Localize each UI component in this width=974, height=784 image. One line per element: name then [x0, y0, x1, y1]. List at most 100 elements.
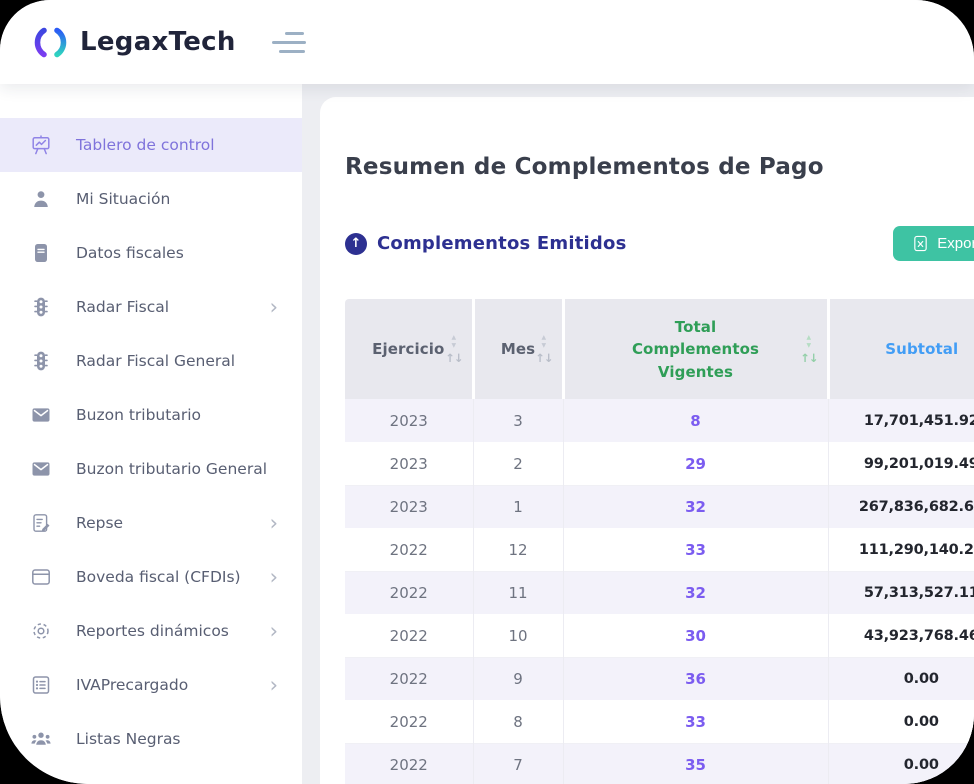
sidebar-item-reportes-dinamicos[interactable]: Reportes dinámicos› — [0, 604, 302, 658]
main-area: Resumen de Complementos de Pago ↑ Comple… — [302, 84, 974, 784]
total-vigentes-link[interactable]: 35 — [685, 756, 706, 774]
complementos-table: Ejercicio▲▼↑↓Mes▲▼↑↓Total Complementos V… — [345, 299, 974, 784]
section-header-row: ↑ Complementos Emitidos Exportar — [345, 226, 974, 261]
table-header-row: Ejercicio▲▼↑↓Mes▲▼↑↓Total Complementos V… — [345, 299, 974, 399]
cell-ejercicio: 2022 — [345, 528, 473, 571]
table-row: 20228 33 0.00 — [345, 700, 974, 743]
total-vigentes-link[interactable]: 29 — [685, 455, 706, 473]
table-body: 20233 8 17,701,451.92 20232 29 99,201,019.49 2… — [345, 399, 974, 784]
sidebar-item-radar-fiscal-general[interactable]: Radar Fiscal General — [0, 334, 302, 388]
traffic-light-icon — [30, 296, 52, 318]
table-row: 20227350.00 — [345, 743, 974, 784]
column-header-mes[interactable]: Mes▲▼↑↓ — [473, 299, 563, 399]
sidebar-item-boveda-fiscal-cfdis[interactable]: Boveda fiscal (CFDIs) › — [0, 550, 302, 604]
column-header-ejercicio[interactable]: Ejercicio▲▼↑↓ — [345, 299, 473, 399]
total-vigentes-link[interactable]: 8 — [690, 412, 700, 430]
sidebar-item-label: Boveda fiscal (CFDIs) — [76, 568, 241, 586]
sidebar-item-listas-negras[interactable]: Listas Negras — [0, 712, 302, 766]
sidebar-item-repse[interactable]: Repse› — [0, 496, 302, 550]
complementos-table-wrap: Ejercicio▲▼↑↓Mes▲▼↑↓Total Complementos V… — [345, 299, 974, 784]
arrow-up-circle-icon[interactable]: ↑ — [345, 233, 367, 255]
dashboard-icon — [30, 134, 52, 156]
sort-arrows-icon[interactable]: ▲▼↑↓ — [535, 334, 552, 364]
logo[interactable]: LegaxTech — [32, 24, 236, 61]
mail-icon — [30, 404, 52, 426]
sidebar-item-radar-fiscal[interactable]: Radar Fiscal › — [0, 280, 302, 334]
cell-total-vigentes: 35 — [563, 743, 828, 784]
main-card: Resumen de Complementos de Pago ↑ Comple… — [320, 97, 974, 784]
total-vigentes-link[interactable]: 30 — [685, 627, 706, 645]
export-button[interactable]: Exportar — [893, 226, 974, 261]
sidebar-item-datos-fiscales[interactable]: Datos fiscales — [0, 226, 302, 280]
chevron-right-icon: › — [270, 297, 278, 318]
cell-ejercicio: 2022 — [345, 700, 473, 743]
clipboard-icon — [30, 512, 52, 534]
cell-ejercicio: 2022 — [345, 614, 473, 657]
cell-mes: 10 — [473, 614, 563, 657]
cell-ejercicio: 2023 — [345, 399, 473, 442]
cell-subtotal: 0.00 — [828, 700, 974, 743]
sort-arrows-icon[interactable]: ▲▼↑↓ — [445, 334, 462, 364]
cell-subtotal: 57,313,527.11 — [828, 571, 974, 614]
sidebar-item-metadata[interactable]: Metadata› — [0, 766, 302, 784]
cell-mes: 9 — [473, 657, 563, 700]
total-vigentes-link[interactable]: 32 — [685, 498, 706, 516]
sidebar-item-label: Reportes dinámicos — [76, 622, 229, 640]
page-title: Resumen de Complementos de Pago — [345, 154, 974, 180]
cell-mes: 11 — [473, 571, 563, 614]
subtotal-value: 99,201,019.49 — [864, 456, 974, 472]
window-icon — [30, 566, 52, 588]
cell-subtotal: 0.00 — [828, 743, 974, 784]
column-label: Subtotal — [847, 338, 974, 361]
cell-mes: 7 — [473, 743, 563, 784]
subtotal-value: 0.00 — [904, 714, 939, 730]
app-window: LegaxTech Tablero de control Mi Situación… — [0, 0, 974, 784]
cell-mes: 8 — [473, 700, 563, 743]
table-row: 202210 30 43,923,768.46 — [345, 614, 974, 657]
table-row: 2023132267,836,682.63 — [345, 485, 974, 528]
cell-ejercicio: 2022 — [345, 571, 473, 614]
column-header-total-complementos-vigentes[interactable]: Total Complementos Vigentes▲▼↑↓ — [563, 299, 828, 399]
sidebar-item-label: Radar Fiscal — [76, 298, 169, 316]
sidebar-item-tablero-de-control[interactable]: Tablero de control — [0, 118, 302, 172]
subtotal-value: 17,701,451.92 — [864, 413, 974, 429]
cell-mes: 2 — [473, 442, 563, 485]
sidebar-item-label: IVAPrecargado — [76, 676, 188, 694]
screenshot-stage: LegaxTech Tablero de control Mi Situación… — [0, 0, 974, 784]
logo-icon — [32, 24, 69, 61]
total-vigentes-link[interactable]: 33 — [685, 541, 706, 559]
cell-mes: 3 — [473, 399, 563, 442]
sidebar-item-buzon-tributario[interactable]: Buzon tributario — [0, 388, 302, 442]
cell-ejercicio: 2023 — [345, 442, 473, 485]
content-area: Tablero de control Mi Situación Datos fisc… — [0, 84, 974, 784]
total-vigentes-link[interactable]: 32 — [685, 584, 706, 602]
total-vigentes-link[interactable]: 33 — [685, 713, 706, 731]
logo-text: LegaxTech — [80, 27, 236, 57]
subtotal-value: 43,923,768.46 — [864, 628, 974, 644]
user-icon — [30, 188, 52, 210]
sidebar-item-label: Mi Situación — [76, 190, 170, 208]
cell-total-vigentes: 32 — [563, 485, 828, 528]
menu-button[interactable] — [266, 28, 306, 57]
sidebar-item-ivaprecargado[interactable]: IVAPrecargado› — [0, 658, 302, 712]
cell-total-vigentes: 30 — [563, 614, 828, 657]
sidebar-item-mi-situacion[interactable]: Mi Situación — [0, 172, 302, 226]
sidebar-item-label: Tablero de control — [76, 136, 215, 154]
cell-subtotal: 267,836,682.63 — [828, 485, 974, 528]
sidebar-item-label: Radar Fiscal General — [76, 352, 235, 370]
chevron-right-icon: › — [270, 567, 278, 588]
hamburger-menu-icon — [285, 32, 304, 35]
total-vigentes-link[interactable]: 36 — [685, 670, 706, 688]
subtotal-value: 111,290,140.22 — [859, 542, 974, 558]
cell-subtotal: 99,201,019.49 — [828, 442, 974, 485]
section-header: ↑ Complementos Emitidos — [345, 233, 627, 255]
sidebar-item-label: Datos fiscales — [76, 244, 184, 262]
list-icon — [30, 674, 52, 696]
cell-subtotal: 0.00 — [828, 657, 974, 700]
column-header-subtotal: Subtotal — [828, 299, 974, 399]
cell-total-vigentes: 8 — [563, 399, 828, 442]
sidebar-item-label: Listas Negras — [76, 730, 181, 748]
sort-arrows-icon[interactable]: ▲▼↑↓ — [800, 334, 817, 364]
sidebar-item-buzon-tributario-general[interactable]: Buzon tributario General — [0, 442, 302, 496]
cell-ejercicio: 2023 — [345, 485, 473, 528]
